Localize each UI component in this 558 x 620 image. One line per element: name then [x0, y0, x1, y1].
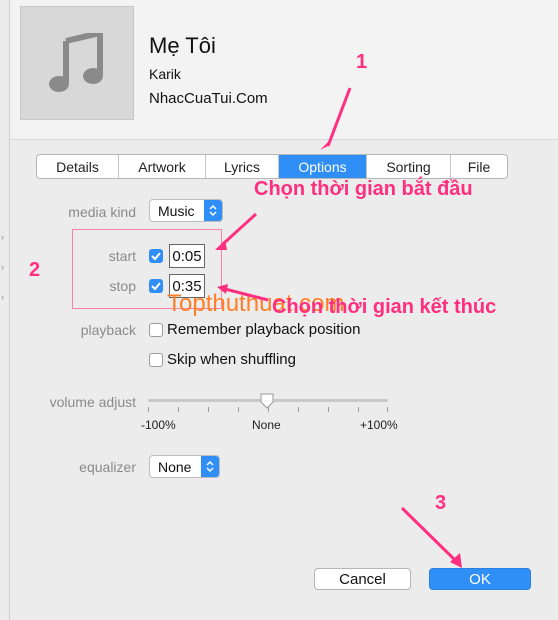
playback-label: playback — [80, 322, 136, 338]
volume-adjust-label: volume adjust — [49, 394, 136, 410]
song-header: Mẹ Tôi Karik NhacCuaTui.Com — [10, 0, 558, 140]
remember-position-checkbox[interactable] — [149, 323, 163, 337]
background-window-edge: › › › — [0, 0, 10, 620]
volume-min-label: -100% — [141, 418, 176, 432]
media-kind-select[interactable]: Music — [149, 199, 223, 222]
tab-details[interactable]: Details — [37, 155, 119, 178]
tab-bar: Details Artwork Lyrics Options Sorting F… — [36, 154, 508, 179]
equalizer-value: None — [158, 458, 192, 475]
slider-tick — [238, 407, 239, 412]
media-kind-label: media kind — [68, 204, 136, 220]
tab-sorting[interactable]: Sorting — [367, 155, 451, 178]
slider-tick — [178, 407, 179, 412]
tab-file[interactable]: File — [451, 155, 507, 178]
volume-max-label: +100% — [360, 418, 398, 432]
stop-hint-text: Chọn thời gian kết thúc — [272, 296, 497, 318]
edge-mark: › — [1, 262, 4, 272]
album-artwork — [20, 6, 134, 120]
slider-tick — [208, 407, 209, 412]
equalizer-label: equalizer — [79, 459, 136, 475]
tab-options[interactable]: Options — [279, 155, 367, 178]
ok-button[interactable]: OK — [429, 568, 531, 590]
step-number-2: 2 — [29, 259, 41, 281]
music-note-icon — [49, 33, 103, 92]
remember-position-label: Remember playback position — [167, 321, 361, 338]
tab-lyrics[interactable]: Lyrics — [206, 155, 279, 178]
tab-artwork[interactable]: Artwork — [119, 155, 206, 178]
edge-mark: › — [1, 232, 4, 242]
slider-tick — [148, 407, 149, 412]
step-number-3: 3 — [435, 492, 447, 514]
select-arrows-icon — [204, 200, 222, 221]
equalizer-select[interactable]: None — [149, 455, 220, 478]
arrow-to-start-field — [221, 212, 258, 246]
start-hint-text: Chọn thời gian bắt đầu — [254, 178, 473, 200]
slider-tick — [298, 407, 299, 412]
volume-slider-knob[interactable] — [260, 393, 274, 409]
volume-mid-label: None — [252, 418, 281, 432]
song-title: Mẹ Tôi — [149, 33, 216, 58]
step-number-1: 1 — [356, 51, 368, 73]
skip-shuffling-label: Skip when shuffling — [167, 351, 296, 368]
cancel-button[interactable]: Cancel — [314, 568, 411, 590]
get-info-dialog: Mẹ Tôi Karik NhacCuaTui.Com Details Artw… — [10, 0, 558, 620]
select-arrows-icon — [201, 456, 219, 477]
media-kind-value: Music — [158, 202, 195, 219]
arrowhead — [450, 553, 462, 568]
song-artist: Karik — [149, 66, 181, 82]
slider-tick — [328, 407, 329, 412]
edge-mark: › — [1, 292, 4, 302]
arrow-to-ok-button — [400, 506, 458, 563]
song-album: NhacCuaTui.Com — [149, 90, 268, 107]
skip-shuffling-checkbox[interactable] — [149, 353, 163, 367]
slider-tick — [387, 407, 388, 412]
slider-tick — [358, 407, 359, 412]
